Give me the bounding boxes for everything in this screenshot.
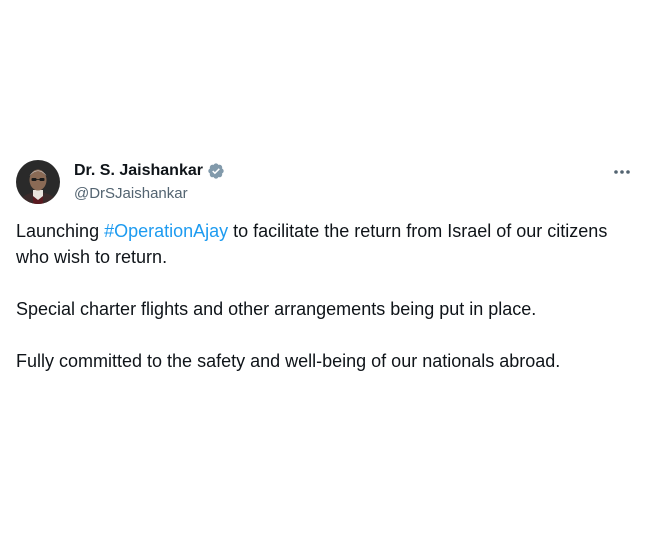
- hashtag-link[interactable]: #OperationAjay: [104, 221, 228, 241]
- display-name-row: Dr. S. Jaishankar: [74, 160, 225, 182]
- tweet-paragraph-3: Fully committed to the safety and well-b…: [16, 351, 561, 371]
- verified-badge-icon[interactable]: [207, 162, 225, 180]
- tweet-card: Dr. S. Jaishankar @DrSJaishankar Launchi…: [0, 0, 650, 540]
- tweet-header: Dr. S. Jaishankar @DrSJaishankar: [16, 158, 634, 208]
- display-name[interactable]: Dr. S. Jaishankar: [74, 162, 203, 180]
- avatar[interactable]: [16, 160, 60, 204]
- tweet-text: Launching #OperationAjay to facilitate t…: [16, 218, 616, 400]
- author-handle[interactable]: @DrSJaishankar: [74, 185, 225, 202]
- avatar-image: [16, 160, 60, 204]
- tweet-paragraph-2: Special charter flights and other arrang…: [16, 299, 537, 319]
- more-options-icon[interactable]: [610, 162, 634, 182]
- text-segment: Launching: [16, 221, 105, 241]
- tweet-paragraph-1: Launching #OperationAjay to facilitate t…: [16, 218, 616, 270]
- author-names: Dr. S. Jaishankar @DrSJaishankar: [74, 160, 225, 202]
